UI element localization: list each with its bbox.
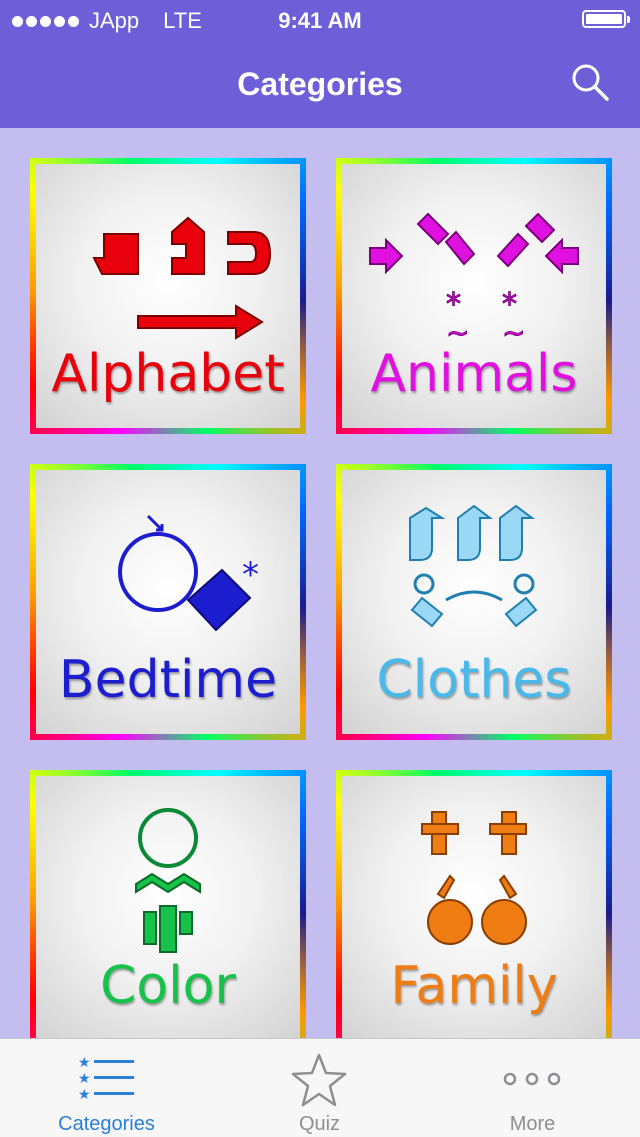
category-tile-alphabet[interactable]: Alphabet bbox=[30, 158, 306, 434]
category-label: Alphabet bbox=[51, 344, 285, 404]
tile-face: * Bedtime bbox=[36, 470, 300, 734]
alphabet-symbol-icon bbox=[92, 216, 272, 340]
svg-text:*: * bbox=[242, 555, 259, 595]
search-icon[interactable] bbox=[570, 62, 610, 102]
svg-text:~: ~ bbox=[502, 316, 525, 342]
status-bar: JApp LTE 9:41 AM bbox=[0, 0, 640, 40]
svg-text:★: ★ bbox=[78, 1071, 91, 1087]
tab-label: Categories bbox=[58, 1113, 155, 1135]
tile-face: Color bbox=[36, 776, 300, 1038]
list-icon: ★ ★ ★ bbox=[78, 1055, 134, 1103]
color-symbol-icon bbox=[135, 808, 201, 953]
navigation-bar: Categories bbox=[0, 40, 640, 128]
tab-quiz[interactable]: Quiz bbox=[213, 1039, 426, 1137]
tab-more[interactable]: More bbox=[426, 1039, 639, 1137]
page-title: Categories bbox=[237, 66, 403, 102]
tab-label: More bbox=[509, 1113, 556, 1135]
tab-bar: ★ ★ ★ Categories Quiz More bbox=[0, 1038, 640, 1137]
category-label: Bedtime bbox=[58, 650, 278, 710]
category-tile-animals[interactable]: * * ~ ~ Animals bbox=[336, 158, 612, 434]
tab-label: Quiz bbox=[298, 1113, 341, 1135]
more-icon bbox=[503, 1072, 561, 1086]
animals-symbol-icon: * * ~ ~ bbox=[369, 212, 579, 342]
category-tile-color[interactable]: Color bbox=[30, 770, 306, 1038]
svg-text:★: ★ bbox=[78, 1055, 91, 1071]
battery-icon bbox=[582, 10, 630, 28]
tile-face: Alphabet bbox=[36, 164, 300, 428]
category-tile-clothes[interactable]: Clothes bbox=[336, 464, 612, 740]
category-label: Family bbox=[390, 956, 558, 1016]
tab-categories[interactable]: ★ ★ ★ Categories bbox=[0, 1039, 213, 1137]
clothes-symbol-icon bbox=[409, 504, 538, 628]
category-tile-family[interactable]: Family bbox=[336, 770, 612, 1038]
tile-face: Clothes bbox=[342, 470, 606, 734]
family-symbol-icon bbox=[421, 811, 527, 945]
status-time: 9:41 AM bbox=[278, 8, 362, 33]
svg-text:★: ★ bbox=[78, 1087, 91, 1103]
tile-face: * * ~ ~ Animals bbox=[342, 164, 606, 428]
category-tile-bedtime[interactable]: * Bedtime bbox=[30, 464, 306, 740]
svg-text:~: ~ bbox=[446, 316, 469, 342]
category-label: Animals bbox=[370, 344, 578, 404]
bedtime-symbol-icon: * bbox=[118, 514, 259, 632]
category-grid: Alphabet * * ~ ~ Animals * Bedtime Cloth… bbox=[0, 128, 640, 1038]
category-label: Color bbox=[100, 956, 236, 1016]
tile-face: Family bbox=[342, 776, 606, 1038]
category-label: Clothes bbox=[376, 650, 572, 710]
star-icon bbox=[291, 1053, 347, 1107]
